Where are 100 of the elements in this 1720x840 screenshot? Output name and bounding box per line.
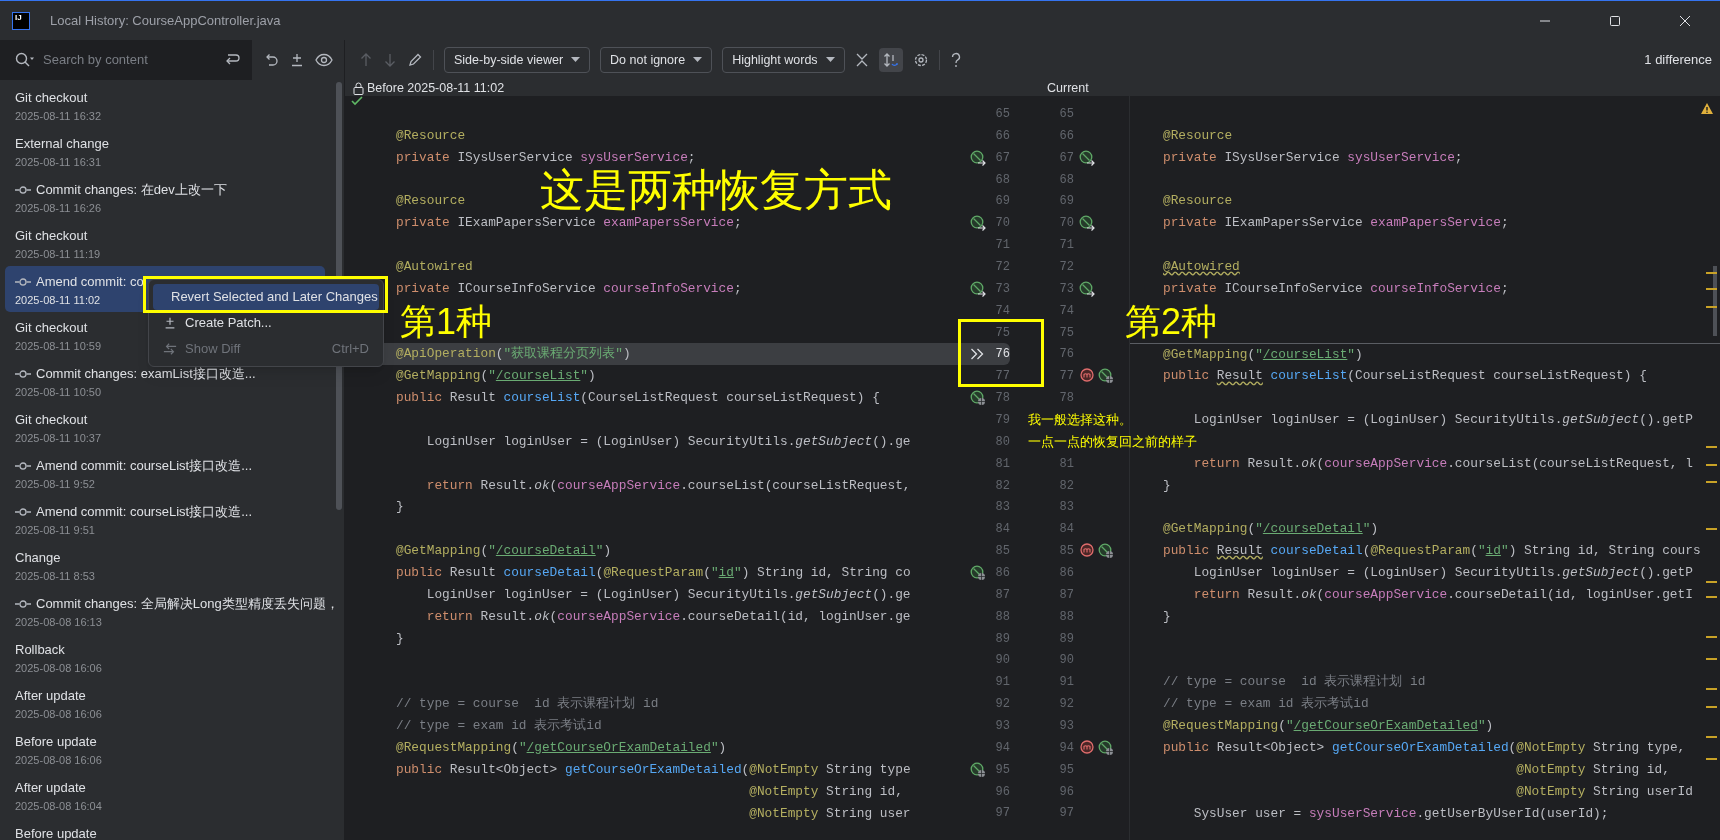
item-time: 2025-08-08 16:06 <box>15 661 102 676</box>
pane-title: Before 2025-08-11 11:02 <box>367 80 505 96</box>
line-number: 96 <box>995 784 1010 799</box>
line-number: 78 <box>1059 391 1074 406</box>
line-number: 94 <box>995 740 1010 755</box>
line-number: 70 <box>1059 216 1074 231</box>
line-number: 76 <box>995 347 1010 362</box>
code-line: private ISysUserService sysUserService; <box>1163 148 1463 167</box>
item-time: 2025-08-11 10:50 <box>15 385 102 400</box>
line-number: 81 <box>995 456 1010 471</box>
line-number: 76 <box>1059 347 1074 362</box>
code-line: @Autowired <box>396 258 473 276</box>
line-number: 97 <box>995 806 1010 821</box>
line-number: 85 <box>995 544 1010 559</box>
item-title: Amend commit: courseList接口改造... <box>36 502 252 521</box>
annotation-label: 第1种 <box>400 302 493 342</box>
code-line: @GetMapping("/courseDetail") <box>396 542 612 561</box>
line-number: 68 <box>1059 172 1074 187</box>
line-number: 67 <box>1059 150 1074 165</box>
line-number: 69 <box>995 194 1010 209</box>
window-title: Local History: CourseAppController.java <box>50 11 281 30</box>
line-number: 94 <box>1059 740 1074 755</box>
line-number: 89 <box>995 631 1010 646</box>
code-line: } <box>1163 607 1171 626</box>
line-number: 75 <box>995 325 1010 340</box>
code-line: private IExamPapersService examPapersService; <box>1163 214 1509 233</box>
code-line: @NotEmpty String id, <box>748 782 903 801</box>
item-time: 2025-08-08 16:13 <box>15 615 102 630</box>
code-line: LoginUser loginUser = (LoginUser) SecurityUtils.getSubject().getP <box>1192 564 1693 583</box>
item-time: 2025-08-11 10:59 <box>15 339 102 354</box>
item-title: Before update <box>15 824 97 840</box>
item-title: Git checkout <box>15 410 88 429</box>
line-number: 66 <box>995 128 1010 143</box>
code-line: @NotEmpty String user <box>748 804 911 823</box>
item-time: 2025-08-11 16:26 <box>15 201 102 216</box>
annotation-headline: 这是两种恢复方式 <box>540 167 892 213</box>
code-line: LoginUser loginUser = (LoginUser) SecurityUtils.getSubject().getP <box>1192 411 1693 430</box>
line-number: 88 <box>995 609 1010 624</box>
item-time: 2025-08-08 16:04 <box>15 799 102 814</box>
line-number: 73 <box>1059 281 1074 296</box>
line-number: 66 <box>1059 128 1074 143</box>
item-title: Commit changes: examList接口改造... <box>36 364 256 383</box>
item-title: After update <box>15 686 86 705</box>
item-time: 2025-08-11 16:32 <box>15 109 102 124</box>
line-number: 93 <box>995 719 1010 733</box>
item-title: Commit changes: 在dev上改一下 <box>36 180 227 199</box>
item-title: Rollback <box>15 640 65 659</box>
item-time: 2025-08-11 9:51 <box>15 523 95 538</box>
line-number: 90 <box>1059 653 1074 668</box>
line-number: 87 <box>1059 587 1074 602</box>
line-number: 65 <box>1059 106 1074 121</box>
line-number: 95 <box>1059 762 1074 777</box>
item-time: 2025-08-08 16:06 <box>15 753 102 768</box>
code-line: public Result courseList(CourseListRequest courseListRequest) { <box>1163 367 1647 386</box>
line-number: 81 <box>1059 456 1074 471</box>
line-number: 92 <box>1059 697 1074 712</box>
code-line: private ISysUserService sysUserService; <box>396 148 696 167</box>
code-line: public Result courseDetail(@RequestParam("id") String id, String co <box>396 564 911 583</box>
line-number: 68 <box>995 172 1010 187</box>
line-number: 95 <box>995 762 1010 777</box>
item-title: After update <box>15 778 86 797</box>
line-number: 75 <box>1059 325 1074 340</box>
code-line: // type = course id 表示课程计划 id <box>396 695 659 714</box>
item-title: Change <box>15 548 61 567</box>
line-number: 69 <box>1059 194 1074 209</box>
code-line: @GetMapping("/courseList") <box>1163 346 1363 365</box>
annotation-label: 第2种 <box>1125 302 1218 342</box>
code-line: @NotEmpty String id, <box>1515 760 1670 779</box>
code-line: @Autowired <box>1163 258 1240 276</box>
line-number: 67 <box>995 150 1010 165</box>
line-number: 91 <box>995 675 1010 690</box>
annotation-note: 一点一点的恢复回之前的样子 <box>1028 432 1197 451</box>
line-number: 82 <box>1059 478 1074 493</box>
line-number: 88 <box>1059 609 1074 624</box>
line-number: 93 <box>1059 719 1074 733</box>
code-line: @RequestMapping("/getCourseOrExamDetailed") <box>1163 717 1494 736</box>
item-title: Git checkout <box>15 318 88 337</box>
code-line: public Result<Object> getCourseOrExamDetailed(@NotEmpty String type, <box>1163 738 1686 757</box>
item-title: Git checkout <box>15 88 88 107</box>
line-number: 65 <box>995 106 1010 121</box>
code-line: // type = exam id 表示考试id <box>396 717 602 736</box>
code-line: return Result.ok(courseAppService.courseDetail(id, loginUser.ge <box>425 607 911 626</box>
line-number: 92 <box>995 697 1010 712</box>
line-number: 85 <box>1059 544 1074 559</box>
line-number: 72 <box>1059 259 1074 274</box>
line-number: 79 <box>995 412 1010 427</box>
item-time: 2025-08-11 16:31 <box>15 155 102 170</box>
line-number: 72 <box>995 259 1010 274</box>
code-line: @GetMapping("/courseDetail") <box>1163 520 1379 539</box>
pane-title: Current <box>1047 81 1089 95</box>
code-line: @RequestMapping("/getCourseOrExamDetailed") <box>396 738 727 757</box>
item-time: 2025-08-11 11:19 <box>15 247 101 262</box>
line-number: 83 <box>1059 500 1074 515</box>
line-number: 74 <box>995 303 1010 318</box>
code-line: @Resource <box>1163 126 1233 145</box>
code-line: return Result.ok(courseAppService.courseList(courseListRequest, l <box>1192 454 1693 473</box>
item-title: Amend commit: courseList接口改造... <box>36 456 252 475</box>
line-number: 74 <box>1059 303 1074 318</box>
code-line: private ICourseInfoService courseInfoService; <box>396 279 742 298</box>
item-title: Commit changes: 全局解决Long类型精度丢失问题， <box>36 594 339 613</box>
